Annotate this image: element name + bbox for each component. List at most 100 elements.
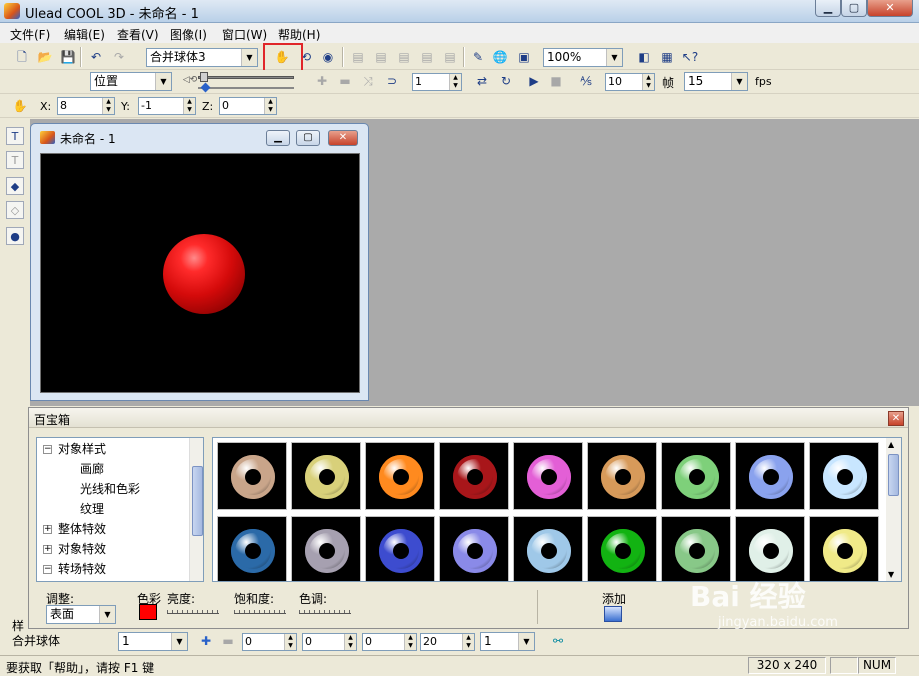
split-keyframe-icon[interactable]: ⤨ [358,71,378,91]
hue-slider[interactable] [299,610,351,614]
grid-scrollbar[interactable]: ▲ ▼ [886,438,901,581]
menu-edit[interactable]: 编辑(E) [64,26,105,43]
tree-item-light-color[interactable]: 光线和色彩 [80,480,140,497]
reverse-icon[interactable]: ⊃ [382,71,402,91]
pingpong-icon[interactable]: ↻ [496,71,516,91]
minimize-button[interactable]: ▁ [815,0,841,17]
add-icon[interactable]: ✚ [196,631,216,651]
menu-view[interactable]: 查看(V) [117,26,159,43]
key-slider[interactable] [198,87,294,89]
open-folder-icon[interactable]: 📂 [35,47,55,67]
add-keyframe-icon[interactable]: ✚ [312,71,332,91]
plugin-icon[interactable]: ✎ [468,47,488,67]
frames-spinner[interactable]: 10 ▲ ▼ [605,73,655,91]
stop-icon[interactable]: ■ [546,71,566,91]
object-bar-combo[interactable]: 1 ▼ [118,632,188,651]
fps-combo[interactable]: 15 ▼ [684,72,748,91]
gear-thumbnail[interactable] [735,442,805,510]
expand-icon[interactable]: + [43,525,52,534]
menu-window[interactable]: 窗口(W) [222,26,267,43]
param-spinner-1[interactable]: 0 ▲ ▼ [242,633,297,651]
gear-thumbnail[interactable] [661,516,731,581]
insert-text-icon[interactable]: T [6,127,24,145]
object-combo[interactable]: 合并球体3 ▼ [146,48,258,67]
gear-thumbnail[interactable] [661,442,731,510]
gear-thumbnail[interactable] [587,442,657,510]
edit-geometry-icon[interactable]: ◇ [6,201,24,219]
gear-thumbnail[interactable] [587,516,657,581]
chart-icon[interactable]: ▣ [514,47,534,67]
add-to-library-icon[interactable] [604,606,622,622]
doc-maximize-button[interactable]: ▢ [296,130,320,146]
link-icon[interactable]: ⚯ [548,631,568,651]
tree-item-texture[interactable]: 纹理 [80,500,104,517]
lathe-object-icon[interactable]: ● [6,227,24,245]
scroll-up-icon[interactable]: ▲ [888,440,894,449]
scroll-down-icon[interactable]: ▼ [888,570,894,579]
scroll-thumb[interactable] [888,454,899,496]
gear-thumbnail[interactable] [291,516,361,581]
param-spinner-3[interactable]: 0 ▲ ▼ [362,633,417,651]
bevel-icon-4[interactable]: ▤ [417,47,437,67]
collapse-icon[interactable]: − [43,565,52,574]
keyframe-marker[interactable] [200,82,211,93]
tree-item-global-effects[interactable]: + 整体特效 [43,520,106,537]
hand-move-icon[interactable]: ✋ [10,96,30,116]
timeline-thumb[interactable] [200,72,208,82]
browser-preview-icon[interactable]: ▦ [657,47,677,67]
remove-icon[interactable]: ▬ [218,631,238,651]
gear-thumbnail[interactable] [513,516,583,581]
play-icon[interactable]: ▶ [524,71,544,91]
collapse-icon[interactable]: − [43,445,52,454]
surface-combo[interactable]: 表面 ▼ [46,605,116,624]
remove-keyframe-icon[interactable]: ▬ [335,71,355,91]
gear-thumbnail[interactable] [217,442,287,510]
gear-thumbnail[interactable] [439,516,509,581]
bevel-icon-2[interactable]: ▤ [371,47,391,67]
redo-icon[interactable]: ↷ [109,47,129,67]
mode-combo[interactable]: 位置 ▼ [90,72,172,91]
doc-close-button[interactable]: ✕ [328,130,358,146]
z-spinner[interactable]: 0 ▲ ▼ [219,97,277,115]
gear-thumbnail[interactable] [291,442,361,510]
menu-image[interactable]: 图像(I) [170,26,207,43]
3d-viewport[interactable] [40,153,360,393]
expand-icon[interactable]: + [43,545,52,554]
globe-icon[interactable]: 🌐 [490,47,510,67]
gear-thumbnail[interactable] [735,516,805,581]
edit-text-icon[interactable]: T [6,151,24,169]
context-help-icon[interactable]: ↖? [680,47,700,67]
menu-help[interactable]: 帮助(H) [278,26,320,43]
tree-item-transition-effects[interactable]: − 转场特效 [43,560,106,577]
tree-item-gallery[interactable]: 画廊 [80,460,104,477]
library-close-button[interactable]: ✕ [888,411,904,426]
ie-preview-icon[interactable]: ◧ [634,47,654,67]
close-button[interactable]: ✕ [867,0,913,17]
gear-thumbnail[interactable] [365,442,435,510]
gear-thumbnail[interactable] [809,442,879,510]
menu-file[interactable]: 文件(F) [10,26,50,43]
color-swatch[interactable] [139,604,157,620]
doc-minimize-button[interactable]: ▁ [266,130,290,146]
gear-thumbnail[interactable] [217,516,287,581]
tree-scrollbar[interactable] [189,438,203,581]
timeline-slider[interactable] [198,76,294,79]
zoom-combo[interactable]: 100% ▼ [543,48,623,67]
gear-thumbnail[interactable] [809,516,879,581]
param-spinner-2[interactable]: 0 ▲ ▼ [302,633,357,651]
new-file-icon[interactable]: 🗋 [12,47,32,67]
tree-item-object-style[interactable]: − 对象样式 [43,440,106,457]
gear-thumbnail[interactable] [365,516,435,581]
key-tween-icon[interactable]: ⅍ [576,71,596,91]
x-spinner[interactable]: 8 ▲ ▼ [57,97,115,115]
gear-thumbnail[interactable] [439,442,509,510]
undo-icon[interactable]: ↶ [86,47,106,67]
tree-item-object-effects[interactable]: + 对象特效 [43,540,106,557]
gear-thumbnail[interactable] [513,442,583,510]
select-object-icon[interactable]: ◉ [318,47,338,67]
brightness-slider[interactable] [167,610,219,614]
scroll-thumb[interactable] [192,466,203,536]
save-icon[interactable]: 💾 [58,47,78,67]
object-bar-combo-2[interactable]: 1 ▼ [480,632,535,651]
red-sphere-object[interactable] [163,234,245,314]
